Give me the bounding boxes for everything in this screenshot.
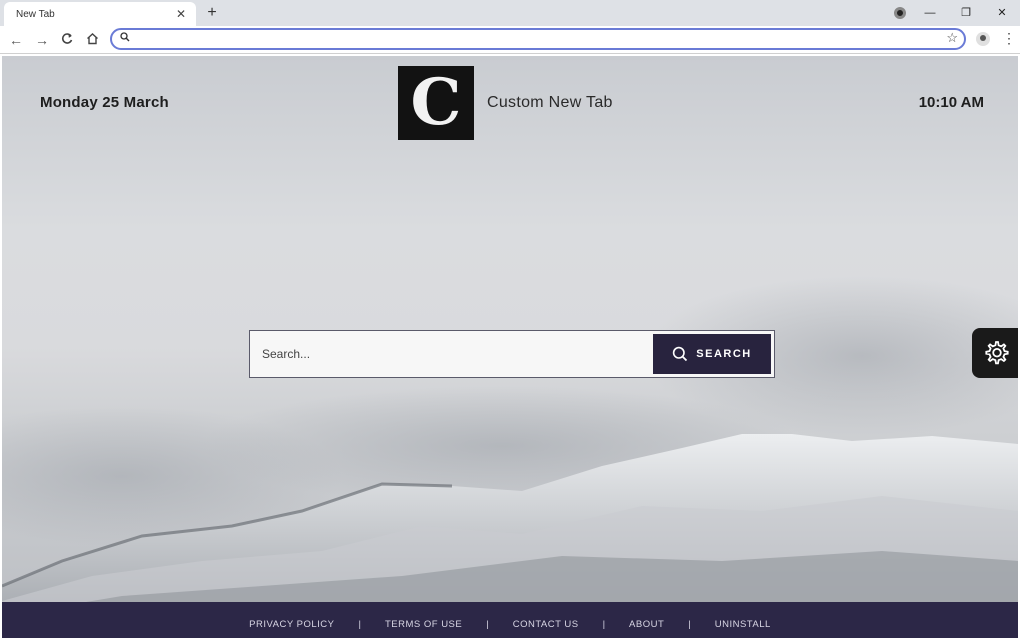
new-tab-page: Monday 25 March C Custom New Tab 10:10 A…	[2, 56, 1018, 638]
omnibox-search-icon	[120, 32, 130, 45]
footer-separator: |	[486, 618, 489, 630]
footer-link-uninstall[interactable]: UNINSTALL	[715, 619, 771, 630]
browser-toolbar: ← → ☆ ⋮	[0, 26, 1020, 54]
tab-title: New Tab	[16, 8, 55, 20]
back-button[interactable]: ←	[6, 30, 26, 50]
close-window-button[interactable]: ✕	[984, 0, 1020, 26]
tab-new-tab[interactable]: New Tab ✕	[4, 2, 196, 26]
footer-separator: |	[358, 618, 361, 630]
footer: PRIVACY POLICY | TERMS OF USE | CONTACT …	[2, 602, 1018, 638]
footer-link-contact-us[interactable]: CONTACT US	[513, 619, 579, 630]
footer-separator: |	[602, 618, 606, 630]
menu-icon[interactable]: ⋮	[1002, 31, 1016, 45]
brand-logo: C	[398, 66, 474, 140]
window-controls: — ❐ ✕	[912, 0, 1020, 26]
footer-link-privacy-policy[interactable]: PRIVACY POLICY	[249, 619, 334, 630]
time-display: 10:10 AM	[918, 94, 984, 111]
tab-strip: New Tab ✕ + — ❐ ✕	[0, 0, 1020, 26]
brand-name: Custom New Tab	[487, 94, 613, 111]
tab-close-icon[interactable]: ✕	[174, 7, 188, 21]
search-box: SEARCH	[249, 330, 775, 378]
search-input[interactable]	[262, 343, 642, 365]
reload-icon[interactable]	[57, 30, 77, 50]
profile-indicator-icon[interactable]	[894, 7, 906, 19]
search-icon	[673, 346, 688, 362]
account-icon[interactable]	[976, 32, 990, 46]
address-bar[interactable]: ☆	[110, 28, 966, 50]
date-display: Monday 25 March	[40, 94, 169, 111]
search-button-label: SEARCH	[696, 348, 752, 360]
logo-letter: C	[410, 65, 462, 140]
forward-button[interactable]: →	[32, 30, 52, 50]
footer-link-terms-of-use[interactable]: TERMS OF USE	[385, 619, 462, 630]
maximize-button[interactable]: ❐	[948, 0, 984, 26]
footer-separator: |	[688, 618, 691, 630]
new-tab-button[interactable]: +	[202, 3, 222, 23]
home-icon[interactable]	[82, 30, 102, 50]
search-button[interactable]: SEARCH	[653, 334, 771, 374]
settings-gear-icon	[985, 341, 1009, 365]
settings-button[interactable]	[972, 328, 1018, 378]
minimize-button[interactable]: —	[912, 0, 948, 26]
footer-link-about[interactable]: ABOUT	[629, 619, 664, 630]
address-input[interactable]	[136, 31, 936, 47]
star-icon[interactable]: ☆	[946, 30, 958, 46]
